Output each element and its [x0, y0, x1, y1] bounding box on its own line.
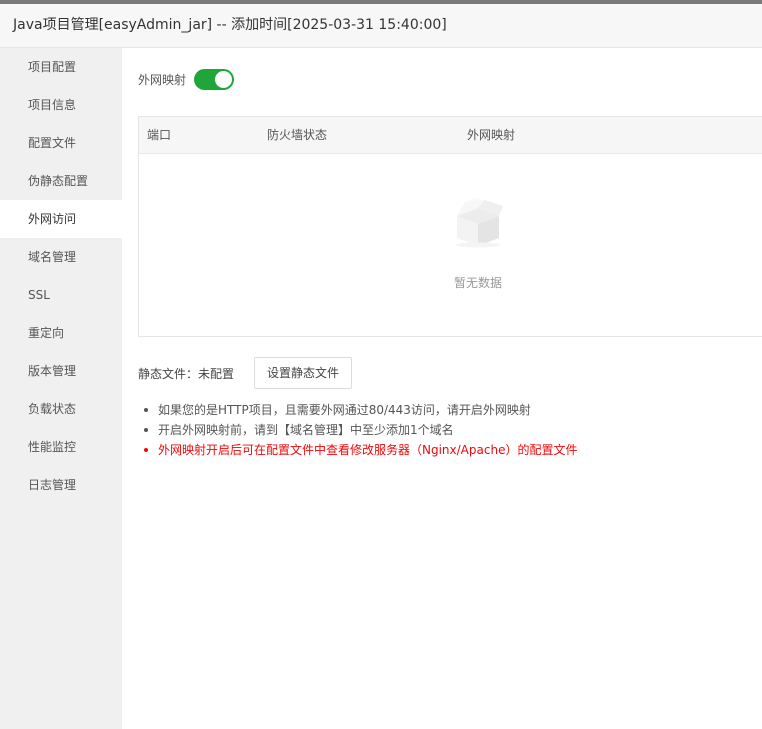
- toggle-knob: [215, 71, 233, 88]
- tip-item: 开启外网映射前，请到【域名管理】中至少添加1个域名: [142, 420, 577, 440]
- empty-box-icon: [456, 198, 503, 248]
- sidebar-item-external-access[interactable]: 外网访问: [0, 200, 122, 238]
- static-file-row: 静态文件：未配置 设置静态文件: [138, 357, 353, 389]
- static-file-status: 静态文件：未配置: [138, 366, 235, 381]
- tip-item-warning: 外网映射开启后可在配置文件中查看修改服务器（Nginx/Apache）的配置文件: [142, 440, 577, 460]
- sidebar-item-redirect[interactable]: 重定向: [0, 314, 122, 352]
- sidebar-item-rewrite-config[interactable]: 伪静态配置: [0, 162, 122, 200]
- tip-item: 如果您的是HTTP项目，且需要外网通过80/443访问，请开启外网映射: [142, 400, 577, 420]
- sidebar-item-project-config[interactable]: 项目配置: [0, 48, 122, 86]
- set-static-file-button[interactable]: 设置静态文件: [254, 357, 353, 389]
- dialog-title: Java项目管理[easyAdmin_jar] -- 添加时间[2025-03-…: [0, 4, 762, 48]
- external-mapping-label: 外网映射: [138, 73, 187, 87]
- sidebar-item-performance-monitor[interactable]: 性能监控: [0, 428, 122, 466]
- column-header-firewall-status: 防火墙状态: [267, 128, 328, 142]
- sidebar-item-load-status[interactable]: 负载状态: [0, 390, 122, 428]
- tips-list: 如果您的是HTTP项目，且需要外网通过80/443访问，请开启外网映射 开启外网…: [142, 400, 577, 460]
- table-empty-state: 暂无数据: [139, 154, 762, 337]
- column-header-port: 端口: [147, 128, 172, 142]
- sidebar-item-ssl[interactable]: SSL: [0, 276, 122, 314]
- column-header-external-mapping: 外网映射: [467, 128, 516, 142]
- table-header: 端口 防火墙状态 外网映射: [139, 117, 762, 154]
- external-mapping-row: 外网映射: [138, 69, 235, 90]
- empty-text: 暂无数据: [453, 276, 502, 290]
- external-mapping-toggle[interactable]: [194, 69, 235, 90]
- sidebar-item-version-management[interactable]: 版本管理: [0, 352, 122, 390]
- main-panel: 外网映射 端口 防火墙状态 外网映射 暂无数据 静态文件：未配置 设置静态文件: [122, 48, 762, 729]
- sidebar-item-project-info[interactable]: 项目信息: [0, 86, 122, 124]
- sidebar-item-domain-management[interactable]: 域名管理: [0, 238, 122, 276]
- sidebar-item-config-file[interactable]: 配置文件: [0, 124, 122, 162]
- port-table: 端口 防火墙状态 外网映射 暂无数据: [138, 116, 762, 337]
- sidebar-item-log-management[interactable]: 日志管理: [0, 466, 122, 504]
- sidebar: 项目配置 项目信息 配置文件 伪静态配置 外网访问 域名管理 SSL 重定向 版…: [0, 48, 122, 729]
